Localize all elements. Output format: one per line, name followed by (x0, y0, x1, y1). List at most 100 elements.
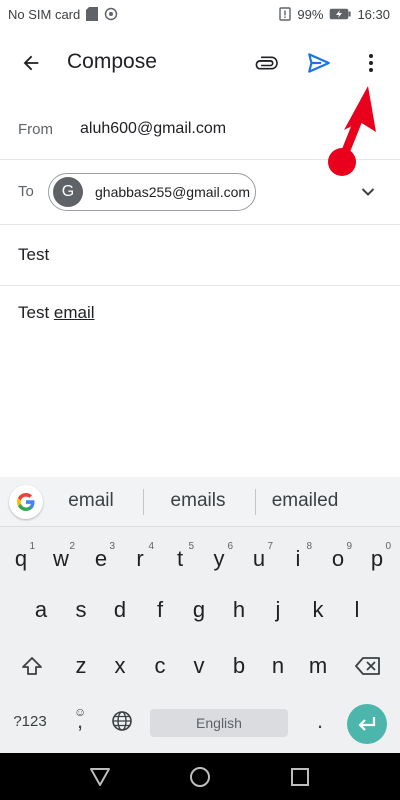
subject-text: Test (18, 245, 50, 264)
key-b[interactable]: b (221, 644, 257, 688)
key-label: i (295, 546, 301, 571)
key-hint: 9 (346, 541, 352, 552)
globe-icon (112, 711, 132, 731)
period-key[interactable]: . (302, 701, 338, 741)
circle-home-icon (190, 767, 210, 787)
key-y[interactable]: y6 (201, 537, 237, 581)
square-recents-icon (291, 768, 309, 786)
symbols-key[interactable]: ?123 (6, 701, 54, 741)
send-button[interactable] (302, 46, 336, 80)
key-t[interactable]: t5 (162, 537, 198, 581)
key-a[interactable]: a (23, 588, 59, 632)
key-d[interactable]: d (102, 588, 138, 632)
send-icon (308, 53, 330, 73)
key-label: u (252, 546, 266, 571)
battery-alert-icon (279, 7, 292, 21)
carrier-label: No SIM card (8, 6, 81, 22)
key-label: r (136, 546, 144, 571)
comma-key[interactable]: , ☺ (62, 701, 98, 741)
key-p[interactable]: p0 (359, 537, 395, 581)
suggestion-bar: email emails emailed (0, 477, 400, 527)
enter-key[interactable] (347, 704, 387, 744)
triangle-back-icon (90, 768, 110, 786)
key-w[interactable]: w2 (43, 537, 79, 581)
key-hint: 5 (188, 541, 194, 552)
body-field[interactable]: Test email (18, 303, 95, 323)
key-hint: 4 (148, 541, 154, 552)
arrow-back-icon (23, 55, 39, 71)
key-hint: 7 (267, 541, 273, 552)
suggestion-2[interactable]: emails (143, 490, 253, 512)
key-n[interactable]: n (260, 644, 296, 688)
body-underlined-word: email (53, 303, 95, 322)
to-label: To (18, 183, 34, 200)
key-label: w (53, 546, 69, 571)
sd-card-icon (86, 7, 99, 21)
google-g-icon (17, 493, 35, 511)
key-u[interactable]: u7 (241, 537, 277, 581)
paperclip-icon (255, 56, 278, 70)
nav-home-button[interactable] (187, 764, 213, 790)
recipient-chip[interactable]: G ghabbas255@gmail.com (48, 173, 256, 211)
key-z[interactable]: z (63, 644, 99, 688)
key-hint: 1 (29, 541, 35, 552)
emoji-icon: ☺ (74, 705, 87, 719)
page-title: Compose (67, 50, 157, 73)
key-i[interactable]: i8 (280, 537, 316, 581)
nav-bar (0, 753, 400, 800)
subject-field[interactable]: Test (0, 225, 400, 286)
battery-percent: 99% (297, 6, 324, 22)
key-label: p (370, 546, 384, 571)
nav-back-button[interactable] (87, 764, 113, 790)
key-r[interactable]: r4 (122, 537, 158, 581)
more-vert-icon (369, 54, 373, 72)
avatar: G (53, 177, 83, 207)
key-k[interactable]: k (300, 588, 336, 632)
key-j[interactable]: j (260, 588, 296, 632)
key-label: e (94, 546, 108, 571)
keyboard: email emails emailed q1 w2 e3 r4 t5 y6 u… (0, 477, 400, 753)
suggestion-1[interactable]: email (36, 490, 146, 512)
key-f[interactable]: f (142, 588, 178, 632)
clock: 16:30 (357, 6, 390, 22)
nav-recents-button[interactable] (287, 764, 313, 790)
key-x[interactable]: x (102, 644, 138, 688)
chevron-down-icon (361, 188, 375, 196)
key-label: y (213, 546, 225, 571)
key-e[interactable]: e3 (83, 537, 119, 581)
back-button[interactable] (14, 46, 48, 80)
key-label: o (331, 546, 345, 571)
expand-recipients-button[interactable] (356, 180, 380, 204)
key-hint: 8 (306, 541, 312, 552)
language-key[interactable] (104, 701, 140, 741)
key-hint: 0 (385, 541, 391, 552)
from-value: aluh600@gmail.com (80, 120, 227, 137)
attach-button[interactable] (250, 46, 284, 80)
key-l[interactable]: l (339, 588, 375, 632)
key-label: t (176, 546, 184, 571)
space-key[interactable]: English (150, 709, 288, 737)
enter-icon (358, 717, 376, 731)
body-text: Test (18, 303, 54, 322)
key-s[interactable]: s (63, 588, 99, 632)
backspace-icon (355, 657, 380, 675)
suggestion-3[interactable]: emailed (250, 490, 360, 512)
from-label: From (18, 121, 53, 138)
shift-icon (22, 657, 42, 675)
more-options-button[interactable] (354, 46, 388, 80)
battery-charging-icon (329, 8, 352, 20)
key-c[interactable]: c (142, 644, 178, 688)
annotation-arrow (328, 86, 376, 176)
hotspot-icon (104, 7, 118, 21)
key-hint: 2 (69, 541, 75, 552)
key-m[interactable]: m (300, 644, 336, 688)
shift-key[interactable] (14, 644, 50, 688)
key-q[interactable]: q1 (3, 537, 39, 581)
backspace-key[interactable] (350, 644, 386, 688)
key-hint: 3 (109, 541, 115, 552)
key-g[interactable]: g (181, 588, 217, 632)
key-v[interactable]: v (181, 644, 217, 688)
key-o[interactable]: o9 (320, 537, 356, 581)
key-h[interactable]: h (221, 588, 257, 632)
key-label: q (14, 546, 28, 571)
